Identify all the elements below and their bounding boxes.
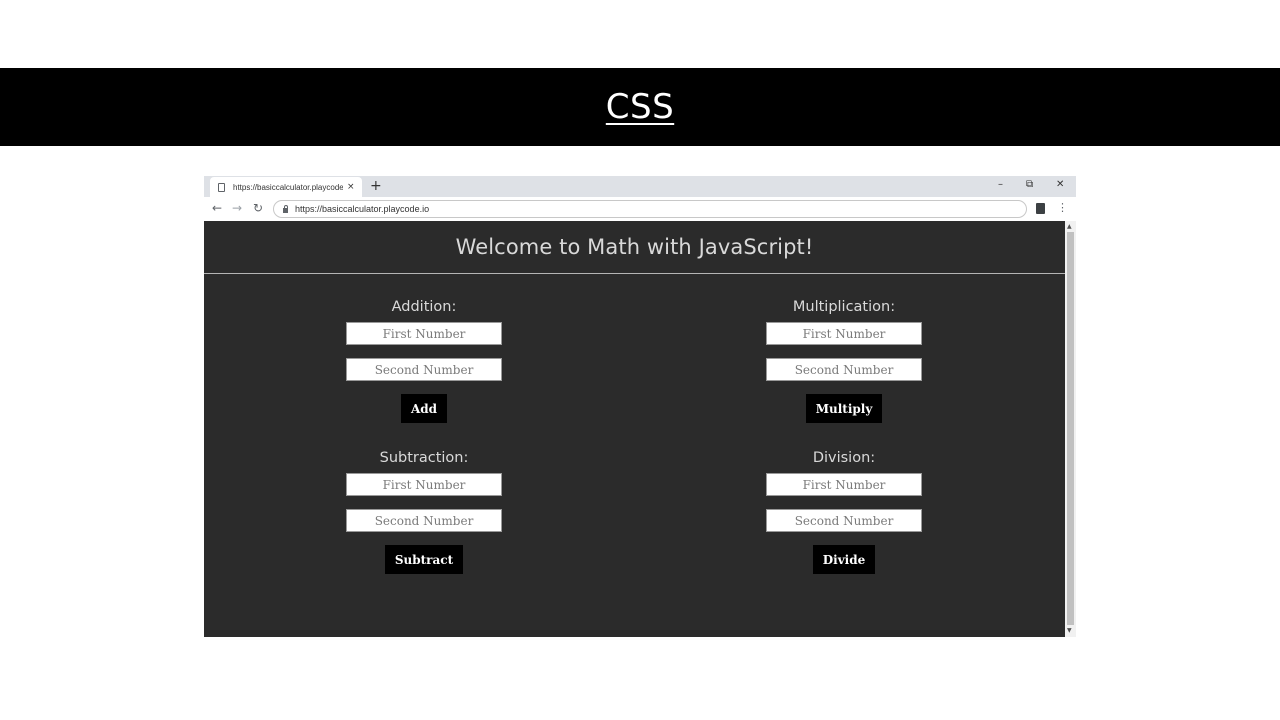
scroll-up-icon[interactable]: ▲ [1067,223,1072,231]
browser-window: https://basiccalculator.playcode.i × + –… [204,176,1076,637]
browser-tab[interactable]: https://basiccalculator.playcode.i × [210,177,362,197]
clipboard-icon[interactable] [1036,203,1045,214]
minimize-button[interactable]: – [998,178,1003,192]
multiplication-second-number-input[interactable] [766,358,922,381]
subtraction-label: Subtraction: [379,450,469,466]
multiplication-section: Multiplication: Multiply [744,297,944,423]
addition-first-number-input[interactable] [346,322,502,345]
page-header: Welcome to Math with JavaScript! [204,221,1065,274]
division-section: Division: Divide [744,448,944,574]
address-bar[interactable]: https://basiccalculator.playcode.io [273,200,1027,218]
page-icon [218,182,225,192]
addition-section: Addition: Add [324,297,524,423]
forward-arrow-icon[interactable]: → [232,201,242,215]
page-title: Welcome to Math with JavaScript! [455,235,814,259]
back-arrow-icon[interactable]: ← [212,201,222,215]
page-content: Welcome to Math with JavaScript! Additio… [204,221,1065,637]
multiply-button[interactable]: Multiply [805,394,883,423]
division-label: Division: [812,450,876,466]
subtraction-section: Subtraction: Subtract [324,448,524,574]
division-first-number-input[interactable] [766,473,922,496]
subtract-button[interactable]: Subtract [384,545,464,574]
subtraction-second-number-input[interactable] [346,509,502,532]
browser-toolbar: ← → ↻ https://basiccalculator.playcode.i… [204,197,1076,221]
reload-icon[interactable]: ↻ [253,201,263,215]
slide-title: CSS [605,87,675,127]
addition-second-number-input[interactable] [346,358,502,381]
vertical-scrollbar[interactable]: ▲ ▼ [1065,221,1076,637]
tab-close-icon[interactable]: × [347,182,355,192]
lock-icon [283,204,288,213]
subtraction-first-number-input[interactable] [346,473,502,496]
divide-button[interactable]: Divide [812,545,876,574]
close-window-button[interactable]: ✕ [1056,178,1064,192]
addition-label: Addition: [391,299,457,315]
multiplication-first-number-input[interactable] [766,322,922,345]
new-tab-button[interactable]: + [370,178,382,195]
menu-icon[interactable]: ⋮ [1057,201,1068,215]
slide-title-banner: CSS [0,68,1280,146]
scroll-down-icon[interactable]: ▼ [1067,627,1072,635]
tab-strip: https://basiccalculator.playcode.i × + –… [204,176,1076,197]
tab-title: https://basiccalculator.playcode.i [233,182,343,192]
division-second-number-input[interactable] [766,509,922,532]
multiplication-label: Multiplication: [792,299,896,315]
url-text[interactable]: https://basiccalculator.playcode.io [295,204,429,214]
restore-button[interactable]: ⧉ [1026,178,1033,192]
add-button[interactable]: Add [400,394,448,423]
scrollbar-thumb[interactable] [1067,232,1074,625]
